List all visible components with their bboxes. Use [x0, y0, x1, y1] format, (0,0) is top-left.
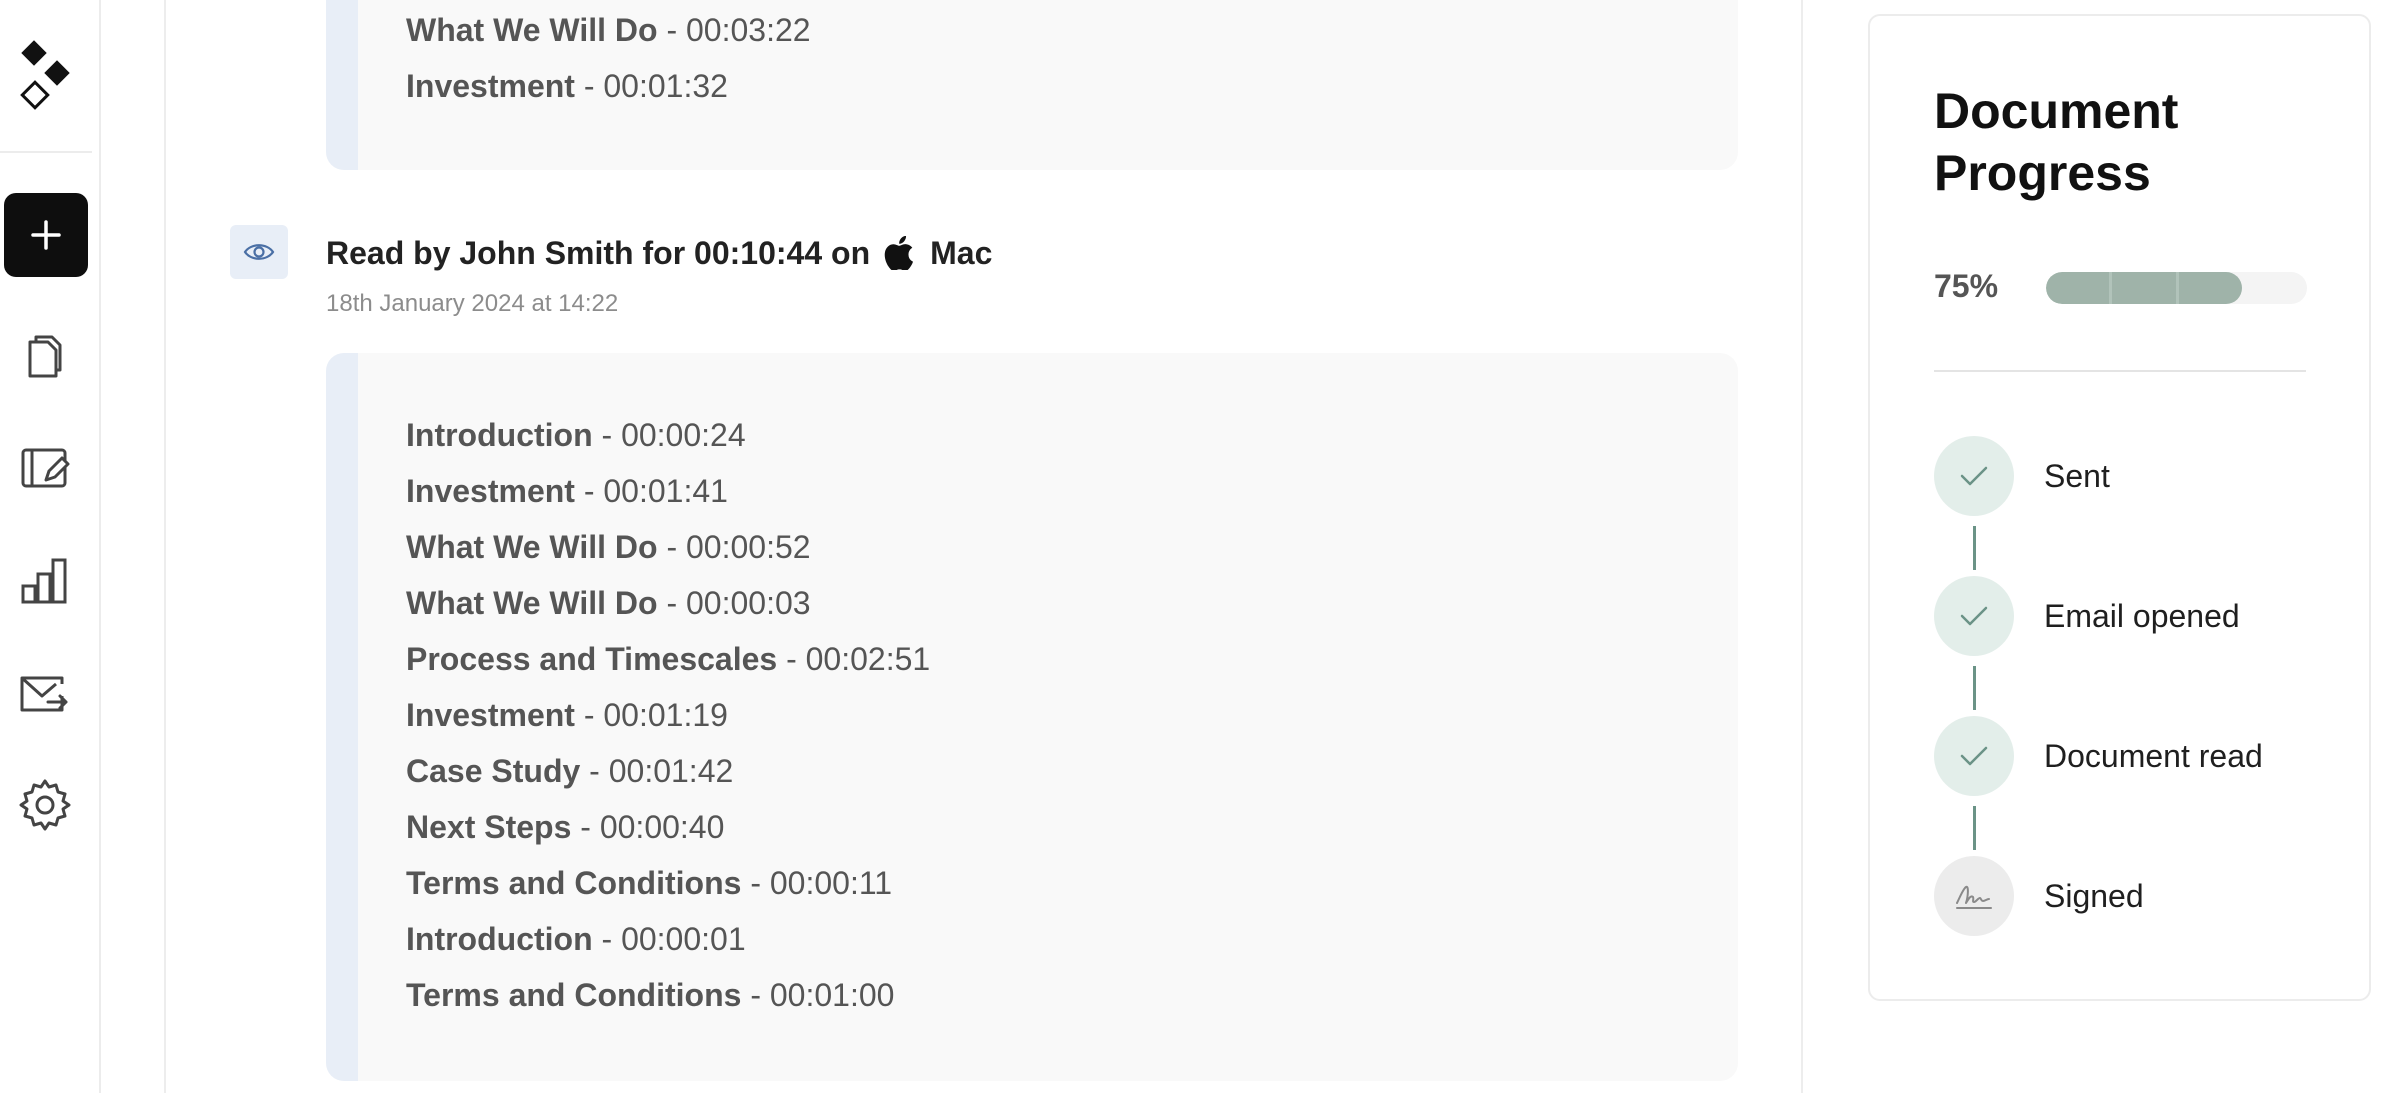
section-time: - 00:00:01 [601, 921, 746, 957]
logo[interactable] [18, 38, 78, 118]
apple-icon [884, 236, 914, 270]
section-row: Introduction - 00:00:24 [406, 407, 930, 463]
documents-icon [28, 335, 62, 378]
sidebar-item-documents[interactable] [18, 330, 72, 384]
section-row: Process and Timescales - 00:02:51 [406, 631, 930, 687]
section-row: What We Will Do - 00:03:22 [406, 2, 811, 58]
mail-send-icon [20, 676, 68, 712]
section-time: - 00:01:41 [583, 473, 728, 509]
section-row: What We Will Do - 00:00:52 [406, 519, 930, 575]
document-progress-card: Document Progress 75% Sent Email opened [1868, 14, 2371, 1001]
section-row: Introduction - 00:00:01 [406, 911, 930, 967]
section-name: What We Will Do [406, 529, 658, 565]
section-name: What We Will Do [406, 12, 658, 48]
section-row: Investment - 00:01:32 [406, 58, 811, 114]
section-name: Terms and Conditions [406, 977, 742, 1013]
step-connector [1973, 666, 1976, 710]
section-row: Terms and Conditions - 00:01:00 [406, 967, 930, 1023]
step-label: Signed [2044, 877, 2144, 914]
step-label: Sent [2044, 457, 2110, 494]
eye-icon [243, 244, 275, 260]
step-connector [1973, 526, 1976, 570]
reading-event-heading: Read by John Smith for 00:10:44 on Mac [326, 228, 992, 278]
section-accent-bar [326, 0, 358, 170]
section-time: - 00:00:52 [666, 529, 811, 565]
step-status [1934, 716, 2014, 796]
progress-percent: 75% [1934, 268, 1999, 304]
step-label: Document read [2044, 737, 2263, 774]
plus-icon [31, 220, 61, 250]
section-name: Terms and Conditions [406, 865, 742, 901]
section-name: Investment [406, 697, 575, 733]
step-signed: Signed [1934, 856, 2144, 936]
step-sent: Sent [1934, 436, 2110, 516]
section-row: Next Steps - 00:00:40 [406, 799, 930, 855]
gear-icon [19, 779, 71, 831]
section-accent-bar [326, 353, 358, 1081]
section-name: Process and Timescales [406, 641, 778, 677]
previous-section-list: What We Will Do - 00:03:22 Investment - … [406, 2, 811, 114]
reading-event-text: Read by John Smith for 00:10:44 on [326, 235, 871, 271]
section-time: - 00:02:51 [786, 641, 931, 677]
progress-segment [2046, 272, 2113, 304]
sidebar-divider [0, 151, 92, 153]
bar-chart-icon [21, 558, 67, 604]
section-row: Terms and Conditions - 00:00:11 [406, 855, 930, 911]
check-icon [1960, 606, 1988, 626]
panel-divider [1934, 370, 2306, 372]
section-time: - 00:00:11 [750, 865, 893, 901]
check-icon [1960, 746, 1988, 766]
section-name: Next Steps [406, 809, 572, 845]
step-document-read: Document read [1934, 716, 2263, 796]
new-document-button[interactable] [4, 193, 88, 277]
step-email-opened: Email opened [1934, 576, 2240, 656]
previous-session-sections: What We Will Do - 00:03:22 Investment - … [326, 0, 1738, 170]
step-status [1934, 856, 2014, 936]
section-name: Introduction [406, 921, 593, 957]
content-right-border [1801, 0, 1803, 1093]
content-left-border [164, 0, 166, 1093]
section-time: - 00:00:40 [580, 809, 725, 845]
section-list: Introduction - 00:00:24 Investment - 00:… [406, 407, 930, 1023]
signature-icon [1956, 885, 1992, 909]
section-time: - 00:03:22 [666, 12, 811, 48]
sidebar [0, 0, 101, 1093]
reading-event-date: 18th January 2024 at 14:22 [326, 290, 619, 317]
section-row: Case Study - 00:01:42 [406, 743, 930, 799]
section-name: What We Will Do [406, 585, 658, 621]
reading-session-sections: Introduction - 00:00:24 Investment - 00:… [326, 353, 1738, 1081]
panel-title: Document Progress [1934, 83, 2179, 201]
section-name: Investment [406, 473, 575, 509]
section-name: Case Study [406, 753, 581, 789]
section-time: - 00:01:00 [750, 977, 895, 1013]
section-name: Introduction [406, 417, 593, 453]
section-time: - 00:00:03 [666, 585, 811, 621]
sidebar-item-analytics[interactable] [18, 554, 72, 608]
progress-segment [2179, 272, 2242, 304]
edit-panel-icon [21, 448, 70, 488]
section-time: - 00:01:32 [583, 68, 728, 104]
step-status [1934, 436, 2014, 516]
step-label: Email opened [2044, 597, 2240, 634]
progress-bar [2046, 272, 2307, 304]
section-name: Investment [406, 68, 575, 104]
section-row: Investment - 00:01:41 [406, 463, 930, 519]
section-row: What We Will Do - 00:00:03 [406, 575, 930, 631]
app-root: What We Will Do - 00:03:22 Investment - … [0, 0, 2403, 1093]
step-connector [1973, 806, 1976, 850]
sidebar-item-outbox[interactable] [18, 666, 72, 720]
check-icon [1960, 466, 1988, 486]
section-time: - 00:01:42 [589, 753, 734, 789]
progress-segment [2112, 272, 2179, 304]
section-row: Investment - 00:01:19 [406, 687, 930, 743]
progress-bar-fill [2046, 272, 2242, 304]
sidebar-item-templates[interactable] [18, 442, 72, 496]
sidebar-item-settings[interactable] [18, 778, 72, 832]
view-event-badge [230, 225, 288, 279]
device-name: Mac [930, 235, 993, 271]
section-time: - 00:01:19 [583, 697, 728, 733]
section-time: - 00:00:24 [601, 417, 746, 453]
step-status [1934, 576, 2014, 656]
